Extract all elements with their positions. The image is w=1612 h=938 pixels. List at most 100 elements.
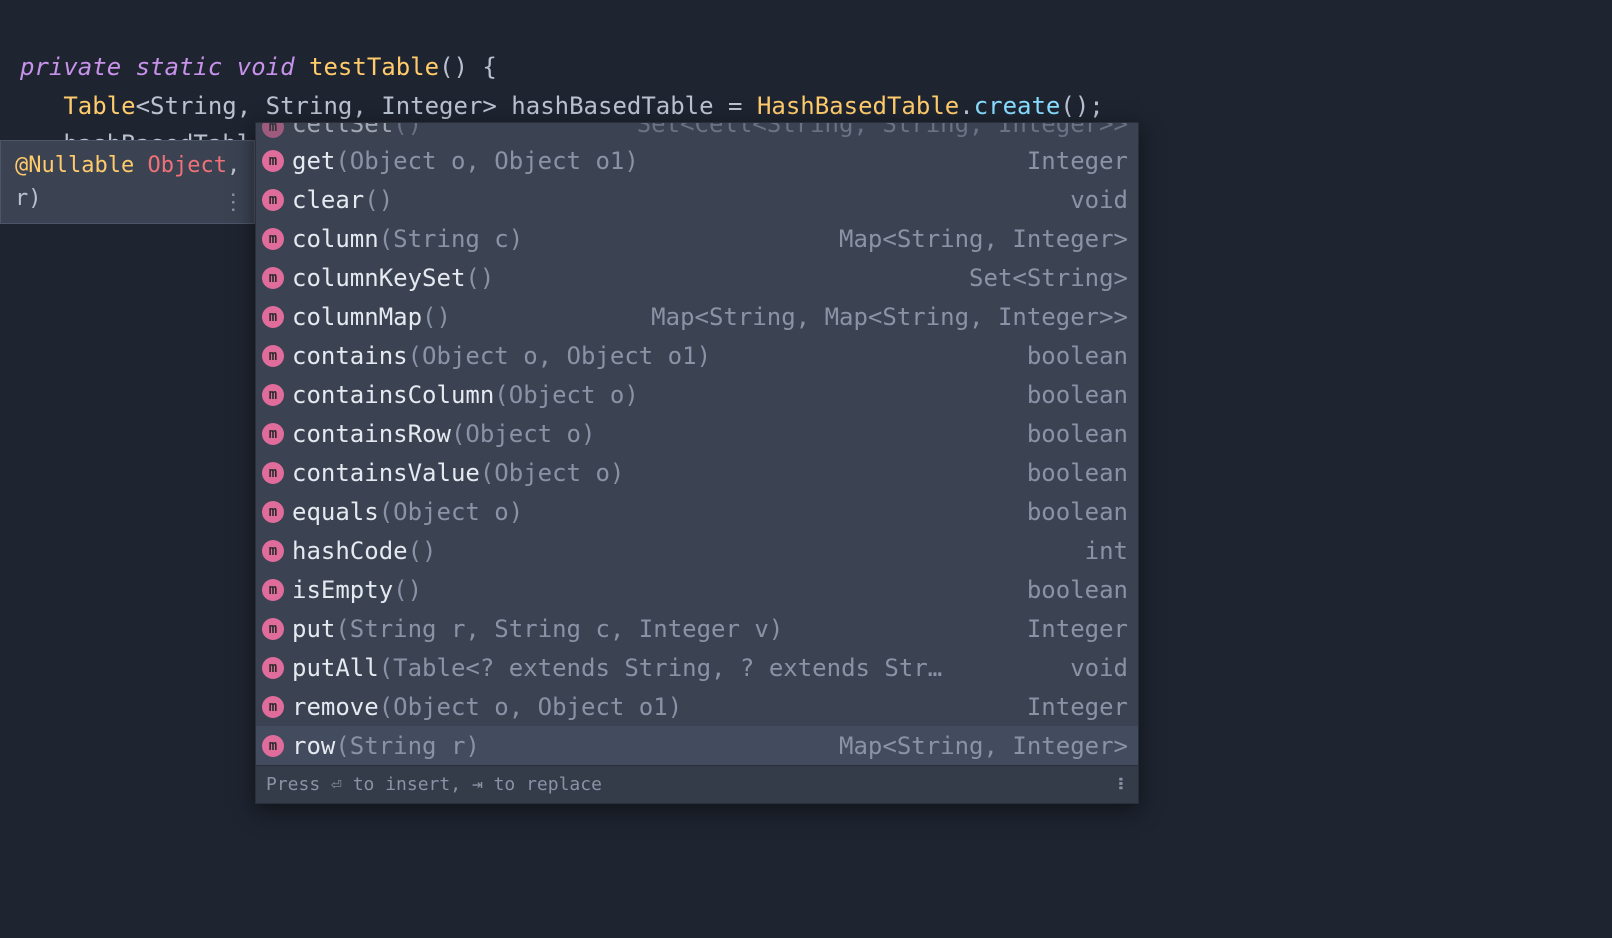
completion-return-type: Map<String, Integer> [827,732,1128,760]
completion-params: (String r, String c, Integer v) [335,615,783,643]
completion-item-column[interactable]: mcolumn(String c)Map<String, Integer> [256,219,1138,258]
completion-item-row[interactable]: mrow(String r)Map<String, Integer> [256,726,1138,765]
method-icon: m [262,540,284,562]
completion-params: () [364,186,393,214]
completion-signature: remove(Object o, Object o1) [292,693,682,721]
parens: () [439,53,468,81]
method-icon: m [262,735,284,757]
completion-params: () [408,537,437,565]
completion-signature: put(String r, String c, Integer v) [292,615,783,643]
code-completion-popup[interactable]: mcellSet()Set<Cell<String, String, Integ… [255,122,1139,804]
completion-item-clear[interactable]: mclear()void [256,180,1138,219]
completion-item-put[interactable]: m put(String r, String c, Integer v) Integ… [256,609,1138,648]
completion-params: () [465,264,494,292]
completion-return-type: Integer [1015,147,1128,175]
completion-list[interactable]: mcellSet()Set<Cell<String, String, Integ… [256,123,1138,765]
completion-params: (Object o) [494,381,639,409]
param-hint-line-1: @Nullable Object, [15,149,240,182]
completion-return-type: Set<Cell<String, String, Integer>> [625,123,1128,138]
completion-params: (Object o, Object o1) [335,147,638,175]
completion-params: () [422,303,451,331]
completion-return-type: boolean [1015,498,1128,526]
completion-return-type: void [1058,654,1128,682]
completion-name: columnKeySet [292,264,465,292]
completion-params: () [393,576,422,604]
completion-item-cellSet[interactable]: m cellSet() Set<Cell<String, String, Integ… [256,123,1138,141]
completion-item-get[interactable]: mget(Object o, Object o1)Integer [256,141,1138,180]
completion-item-columnKeySet[interactable]: mcolumnKeySet()Set<String> [256,258,1138,297]
completion-name: putAll [292,654,379,682]
method-icon: m [262,462,284,484]
method-icon: m [262,228,284,250]
method-icon: m [262,501,284,523]
method-icon: m [262,306,284,328]
keyword-static: static [136,53,223,81]
completion-params: (String r) [335,732,480,760]
method-icon: m [262,696,284,718]
completion-item-equals[interactable]: mequals(Object o)boolean [256,492,1138,531]
param-type-object: Object [147,153,226,178]
completion-params: (Object o, Object o1) [379,693,682,721]
type-hashbasedtable: HashBasedTable [757,92,959,120]
completion-item-containsRow[interactable]: mcontainsRow(Object o)boolean [256,414,1138,453]
type-table: Table [63,92,135,120]
method-icon: m [262,150,284,172]
completion-item-hashCode[interactable]: mhashCode()int [256,531,1138,570]
code-line-1: private static void testTable() { [20,53,497,81]
completion-signature: containsRow(Object o) [292,420,595,448]
completion-return-type: Map<String, Map<String, Integer>> [639,303,1128,331]
method-icon: m [262,267,284,289]
call-tail: (); [1060,92,1103,120]
completion-name: column [292,225,379,253]
completion-params: () [393,123,422,138]
completion-item-remove[interactable]: m remove(Object o, Object o1) Integer [256,687,1138,726]
parameter-hint-popup: @Nullable Object, r) ⋮ [0,140,255,224]
completion-signature: contains(Object o, Object o1) [292,342,711,370]
generic-params: <String, String, Integer> [136,92,497,120]
code-line-2: Table<String, String, Integer> hashBased… [20,92,1104,120]
completion-item-columnMap[interactable]: m columnMap() Map<String, Map<String, Inte… [256,297,1138,336]
completion-params: (Object o) [480,459,625,487]
completion-item-containsColumn[interactable]: mcontainsColumn(Object o)boolean [256,375,1138,414]
completion-return-type: Integer [1015,615,1128,643]
open-brace: { [468,53,497,81]
completion-signature: cellSet() [292,123,422,138]
variable-name: hashBasedTable [497,92,728,120]
completion-name: isEmpty [292,576,393,604]
method-icon: m [262,579,284,601]
param-hint-more-icon[interactable]: ⋮ [222,186,246,219]
method-icon: m [262,345,284,367]
completion-name: hashCode [292,537,408,565]
dot: . [959,92,973,120]
completion-more-icon[interactable]: ⋯ [1108,777,1133,792]
completion-signature: clear() [292,186,393,214]
completion-name: columnMap [292,303,422,331]
completion-name: cellSet [292,123,393,138]
completion-name: equals [292,498,379,526]
completion-params: (Object o) [451,420,596,448]
completion-signature: row(String r) [292,732,480,760]
static-method-create: create [974,92,1061,120]
completion-return-type: Map<String, Integer> [827,225,1128,253]
completion-item-contains[interactable]: mcontains(Object o, Object o1)boolean [256,336,1138,375]
completion-item-putAll[interactable]: mputAll(Table<? extends String, ? extend… [256,648,1138,687]
completion-footer: Press ⏎ to insert, ⇥ to replace ⋯ [256,765,1138,803]
method-icon: m [262,384,284,406]
completion-name: row [292,732,335,760]
completion-params: (Object o, Object o1) [408,342,711,370]
completion-params: (Object o) [379,498,524,526]
completion-signature: containsValue(Object o) [292,459,624,487]
method-icon: m [262,123,284,138]
completion-return-type: Integer [1015,693,1128,721]
annotation-nullable: @Nullable [15,153,134,178]
completion-name: contains [292,342,408,370]
completion-item-containsValue[interactable]: mcontainsValue(Object o)boolean [256,453,1138,492]
completion-name: clear [292,186,364,214]
completion-item-isEmpty[interactable]: misEmpty()boolean [256,570,1138,609]
method-icon: m [262,618,284,640]
method-icon: m [262,189,284,211]
equals-op: = [728,92,757,120]
completion-signature: equals(Object o) [292,498,523,526]
completion-name: containsRow [292,420,451,448]
method-icon: m [262,657,284,679]
